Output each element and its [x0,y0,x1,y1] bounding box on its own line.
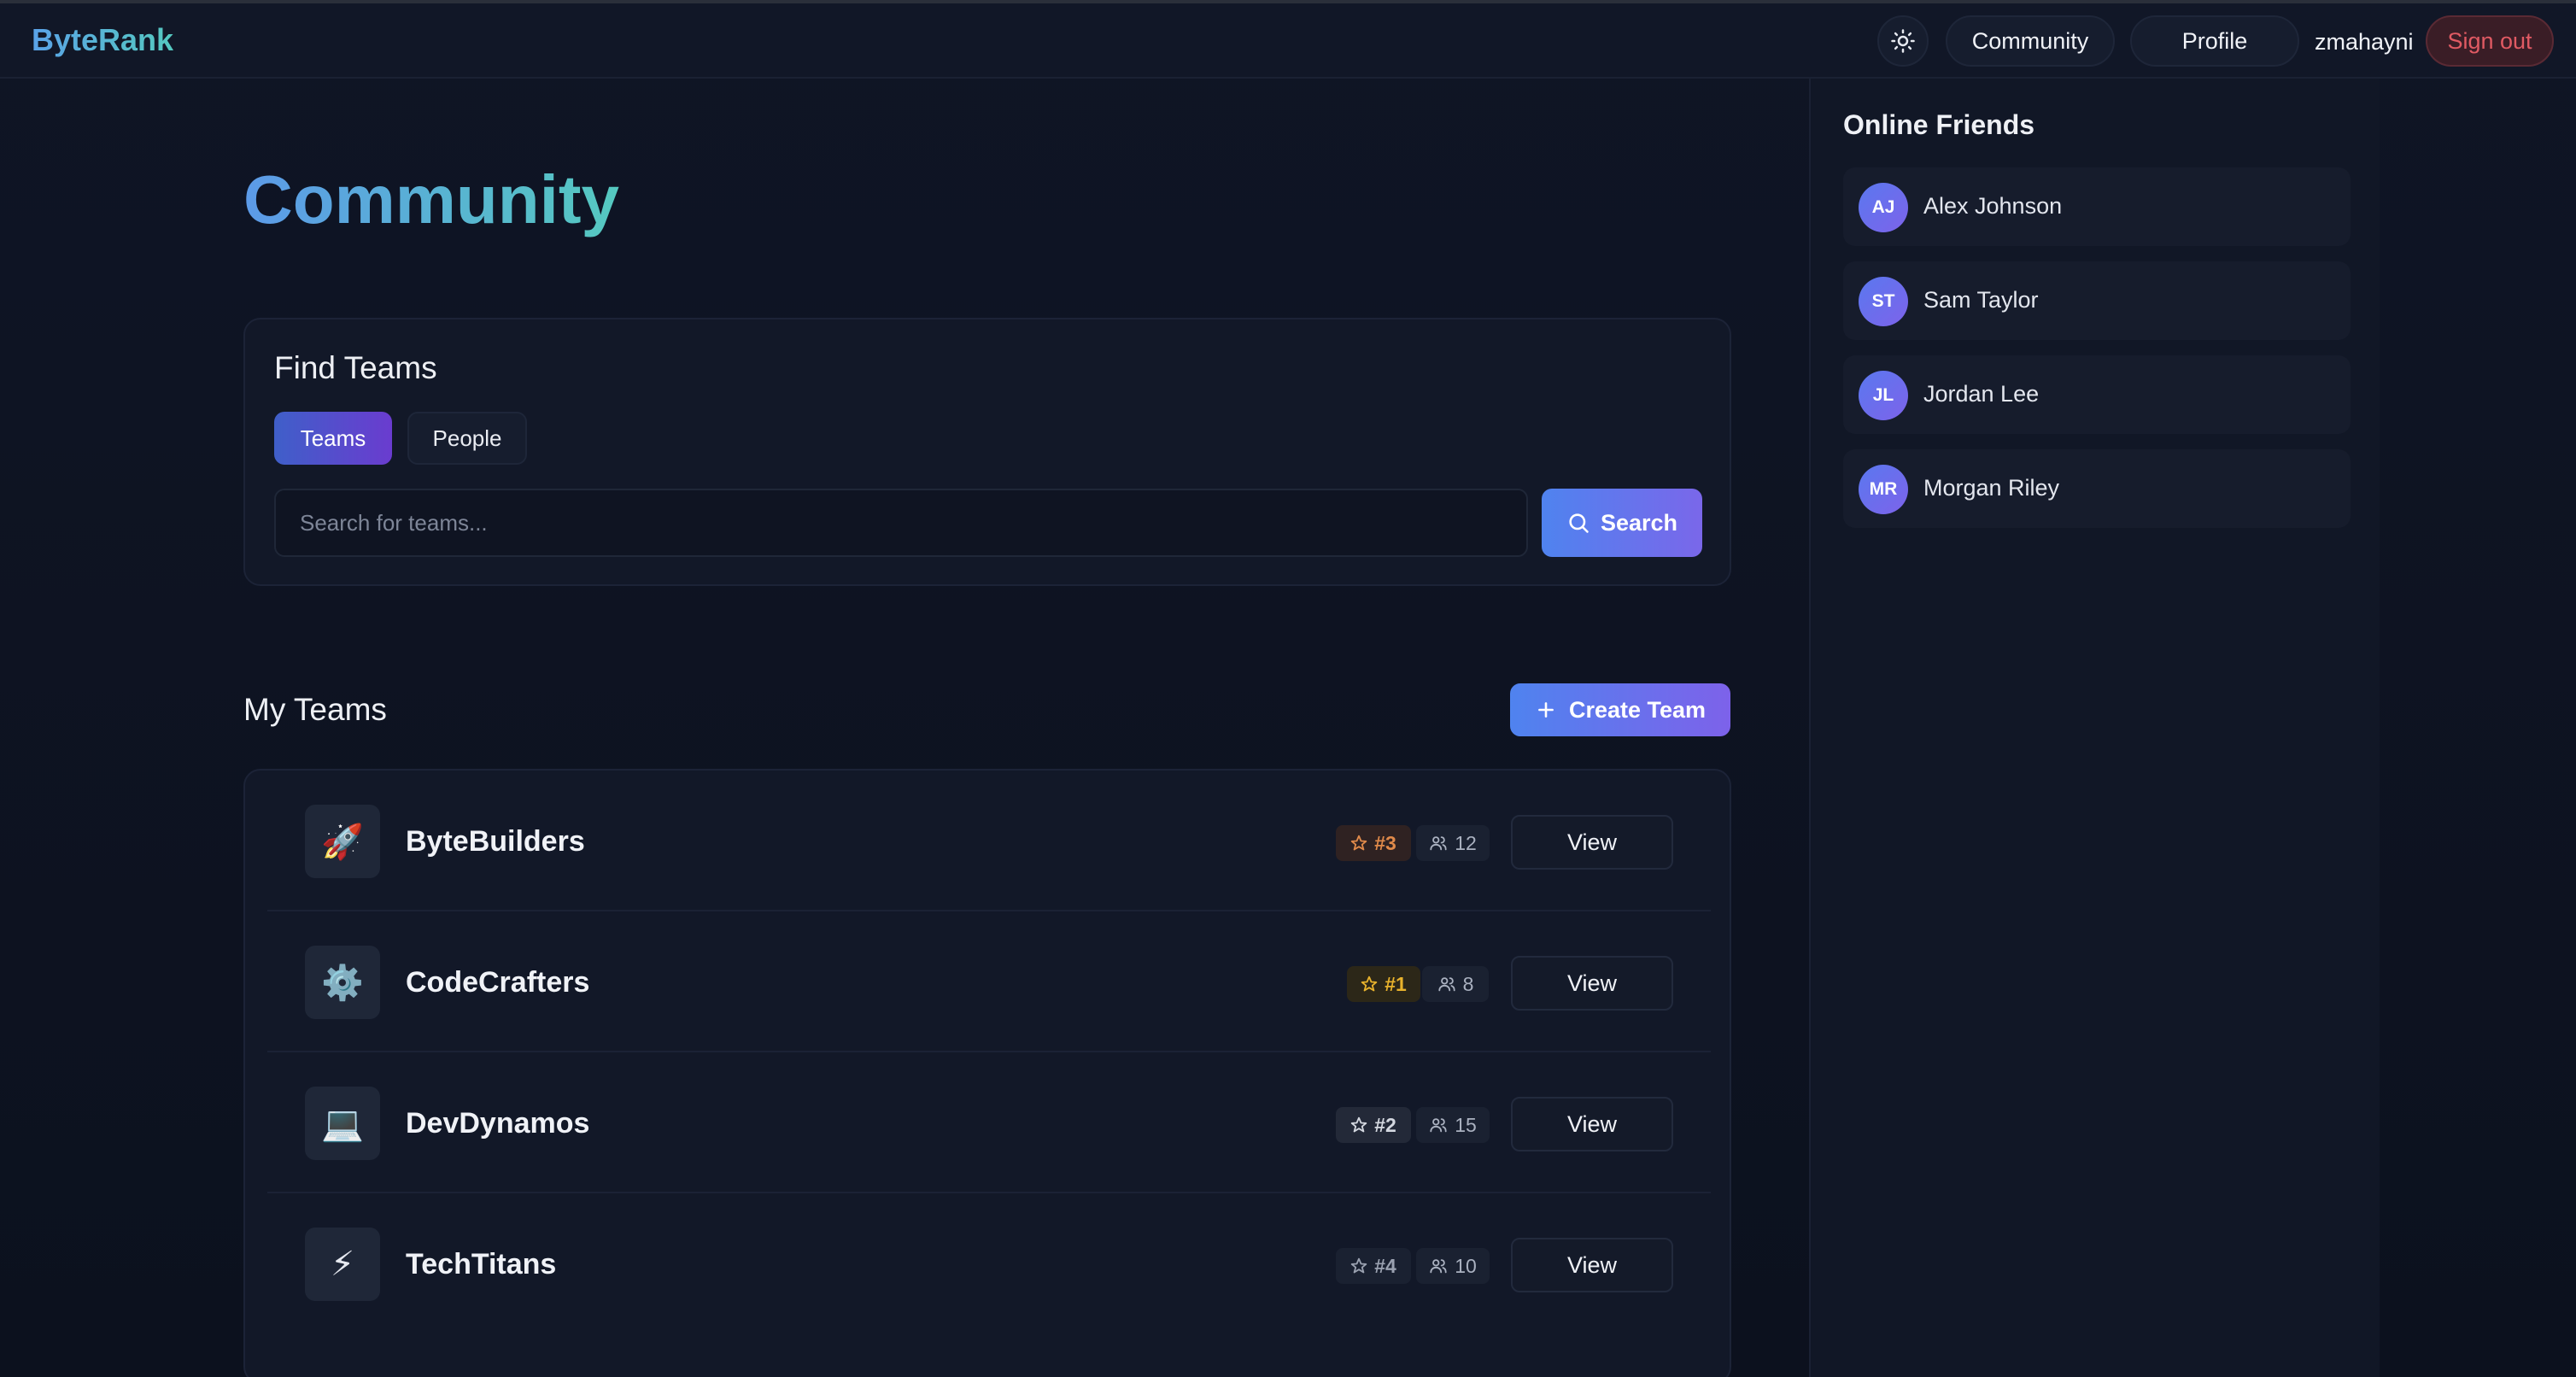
member-count-badge: 8 [1422,966,1489,1002]
team-row: 💻 DevDynamos #2 15 View [267,1052,1711,1193]
nav-profile-link[interactable]: Profile [2130,15,2299,67]
team-row: ⚙️ CodeCrafters #1 8 View [267,911,1711,1052]
member-count: 10 [1455,1254,1477,1277]
online-friends-sidebar: Online Friends AJ Alex Johnson ST Sam Ta… [1809,79,2380,1377]
tab-teams[interactable]: Teams [274,412,392,465]
nav-community-link[interactable]: Community [1946,15,2115,67]
member-count-badge: 15 [1416,1107,1490,1143]
view-team-button[interactable]: View [1511,1238,1673,1292]
page-title: Community [243,161,619,237]
rank-value: #3 [1374,831,1396,854]
friend-name: Alex Johnson [1923,193,2063,219]
team-name[interactable]: ByteBuilders [406,825,585,858]
friend-item[interactable]: MR Morgan Riley [1843,449,2351,528]
search-button[interactable]: Search [1542,489,1702,557]
friend-name: Sam Taylor [1923,287,2039,313]
team-row: 🚀 ByteBuilders #3 12 View [267,771,1711,911]
rank-badge: #4 [1336,1248,1411,1284]
rank-badge: #1 [1347,966,1420,1002]
sign-out-button[interactable]: Sign out [2426,15,2554,67]
lightning-icon: ⚡ [305,1228,380,1301]
team-name[interactable]: CodeCrafters [406,966,589,999]
star-icon [1350,835,1367,851]
create-team-label: Create Team [1568,696,1707,723]
rank-badge: #3 [1336,825,1411,861]
find-teams-card: Find Teams Teams People Search [243,318,1731,586]
view-team-button[interactable]: View [1511,956,1673,1011]
team-search-input[interactable] [274,489,1528,557]
rank-value: #2 [1374,1113,1396,1136]
star-icon [1350,1116,1367,1133]
theme-toggle-button[interactable] [1877,15,1929,67]
friend-name: Morgan Riley [1923,475,2060,501]
rocket-icon: 🚀 [305,805,380,878]
my-teams-heading: My Teams [243,692,387,727]
avatar: MR [1859,465,1908,514]
rank-value: #1 [1385,972,1407,995]
users-icon [1437,977,1455,992]
member-count: 8 [1462,972,1474,995]
create-team-button[interactable]: Create Team [1510,683,1730,736]
laptop-icon: 💻 [305,1087,380,1160]
member-count-badge: 10 [1416,1248,1490,1284]
search-icon [1569,513,1589,533]
brand-logo[interactable]: ByteRank [32,22,173,58]
users-icon [1430,1118,1447,1133]
users-icon [1430,1259,1447,1274]
current-username: zmahayni [2315,29,2414,55]
friend-item[interactable]: ST Sam Taylor [1843,261,2351,340]
member-count-badge: 12 [1416,825,1490,861]
member-count: 12 [1455,831,1477,854]
team-name[interactable]: TechTitans [406,1248,556,1281]
friend-item[interactable]: JL Jordan Lee [1843,355,2351,434]
team-name[interactable]: DevDynamos [406,1107,589,1140]
top-nav-bar: ByteRank Community Profile zmahayni Sign… [0,3,2576,79]
star-icon [1350,1257,1367,1274]
gear-icon: ⚙️ [305,946,380,1019]
rank-value: #4 [1374,1254,1396,1277]
find-teams-heading: Find Teams [274,350,437,385]
users-icon [1430,836,1447,851]
star-icon [1361,976,1378,992]
member-count: 15 [1455,1113,1477,1136]
avatar: JL [1859,371,1908,420]
friend-item[interactable]: AJ Alex Johnson [1843,167,2351,246]
plus-icon [1538,702,1554,718]
online-friends-heading: Online Friends [1843,109,2035,140]
view-team-button[interactable]: View [1511,815,1673,870]
tab-people[interactable]: People [407,412,527,465]
avatar: ST [1859,277,1908,326]
sun-icon [1891,29,1915,53]
team-row: ⚡ TechTitans #4 10 View [267,1193,1711,1334]
rank-badge: #2 [1336,1107,1411,1143]
my-teams-list: 🚀 ByteBuilders #3 12 View ⚙️ CodeCrafter… [243,769,1731,1377]
view-team-button[interactable]: View [1511,1097,1673,1151]
search-button-label: Search [1600,509,1678,536]
friend-name: Jordan Lee [1923,381,2040,407]
avatar: AJ [1859,183,1908,232]
